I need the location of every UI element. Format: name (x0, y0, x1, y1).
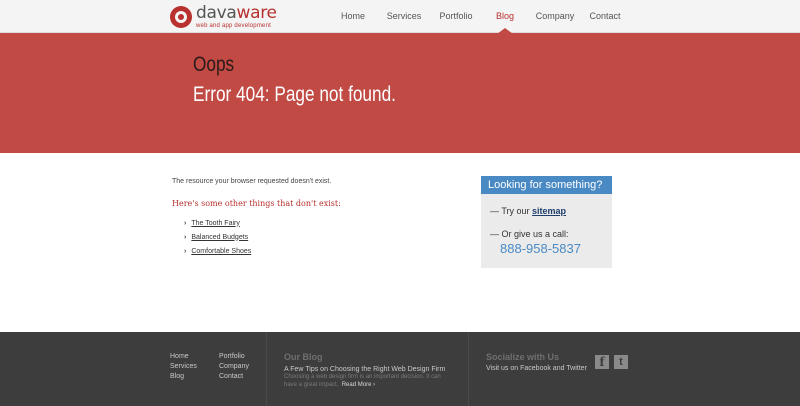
twitter-icon[interactable]: t (614, 355, 628, 369)
looking-for-something-box: Looking for something? — Try our sitemap… (481, 176, 612, 268)
logo[interactable]: davaware web and app development (170, 3, 277, 30)
resource-message: The resource your browser requested does… (172, 178, 332, 185)
nav-home[interactable]: Home (330, 0, 376, 33)
page-title: Oops (193, 53, 235, 76)
list-item: › Balanced Budgets (184, 230, 251, 244)
nav-contact[interactable]: Contact (582, 0, 628, 33)
list-item: › The Tooth Fairy (184, 216, 251, 230)
chevron-right-icon: › (184, 247, 187, 255)
main-nav: Home Services Portfolio Blog Company Con… (330, 0, 628, 34)
sitemap-link[interactable]: sitemap (532, 206, 566, 216)
site-header: davaware web and app development Home Se… (0, 0, 800, 34)
footer-divider (468, 332, 469, 406)
error-message: Error 404: Page not found. (193, 83, 396, 106)
footer-link-contact[interactable]: Contact (219, 372, 249, 382)
list-link[interactable]: The Tooth Fairy (191, 220, 240, 227)
footer-blog-post-link[interactable]: A Few Tips on Choosing the Right Web Des… (284, 366, 452, 373)
list-link[interactable]: Comfortable Shoes (191, 248, 251, 255)
logo-tagline: web and app development (196, 22, 271, 29)
sitemap-row: — Try our sitemap (490, 206, 567, 216)
logo-wordmark: davaware (196, 2, 277, 23)
footer-links-col2: Portfolio Company Contact (219, 352, 249, 382)
list-item: › Comfortable Shoes (184, 244, 251, 258)
phone-number[interactable]: 888-958-5837 (500, 241, 581, 256)
footer-blog: Our Blog A Few Tips on Choosing the Righ… (284, 352, 452, 389)
nav-company[interactable]: Company (530, 0, 580, 33)
chevron-right-icon: › (184, 233, 187, 241)
footer-social: Socialize with Us Visit us on Facebook a… (486, 352, 587, 372)
footer-blog-excerpt: Choosing a web design firm is an importa… (284, 374, 441, 388)
footer-social-sub: Visit us on Facebook and Twitter (486, 365, 587, 372)
footer-social-heading: Socialize with Us (486, 352, 560, 362)
other-things-heading: Here's some other things that don't exis… (172, 199, 341, 208)
call-text: — Or give us a call: (490, 229, 569, 239)
footer-link-portfolio[interactable]: Portfolio (219, 352, 249, 362)
nav-blog-wrap: Blog (482, 0, 528, 34)
site-footer: Home Services Blog Portfolio Company Con… (0, 332, 800, 406)
logo-mark-icon (170, 5, 192, 28)
list-link[interactable]: Balanced Budgets (191, 234, 248, 241)
footer-link-services[interactable]: Services (170, 362, 197, 372)
footer-link-blog[interactable]: Blog (170, 372, 197, 382)
nav-services[interactable]: Services (378, 0, 430, 33)
footer-link-home[interactable]: Home (170, 352, 197, 362)
footer-blog-heading: Our Blog (284, 352, 323, 362)
footer-link-company[interactable]: Company (219, 362, 249, 372)
error-hero: Oops Error 404: Page not found. (0, 33, 800, 153)
read-more-link[interactable]: Read More › (342, 382, 375, 388)
footer-links-col1: Home Services Blog (170, 352, 197, 382)
footer-divider (266, 332, 267, 406)
box-title: Looking for something? (481, 176, 612, 194)
facebook-icon[interactable]: f (595, 355, 609, 369)
nav-portfolio[interactable]: Portfolio (432, 0, 480, 33)
nonexistent-list: › The Tooth Fairy › Balanced Budgets › C… (184, 216, 251, 258)
chevron-right-icon: › (184, 219, 187, 227)
